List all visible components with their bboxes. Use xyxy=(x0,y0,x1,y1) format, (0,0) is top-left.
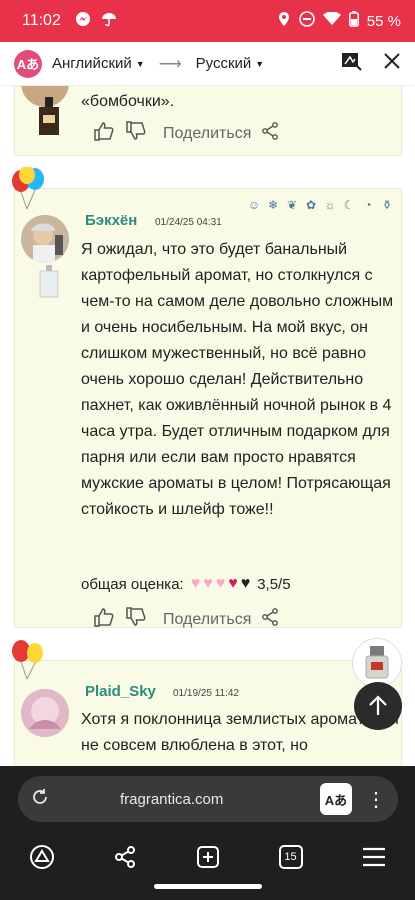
share-icon xyxy=(114,846,135,868)
review-text: Я ожидал, что это будет банальный картоф… xyxy=(81,241,394,518)
target-language-label: Русский xyxy=(195,55,252,72)
tab-count: 15 xyxy=(278,845,303,869)
reload-icon[interactable] xyxy=(30,787,50,812)
moon-icon: ☾ xyxy=(343,198,355,212)
review-date: 01/24/25 04:31 xyxy=(155,217,222,228)
share-label[interactable]: Поделиться xyxy=(163,611,251,629)
plus-square-icon xyxy=(196,846,219,868)
review-actions: Поделиться xyxy=(93,607,279,632)
review-card: Plaid_Sky 01/19/25 11:42 Хотя я поклонни… xyxy=(12,640,402,766)
arrow-right-icon: ⟶ xyxy=(158,55,182,73)
share-icon[interactable] xyxy=(261,608,279,631)
heart-icon: ♥ xyxy=(203,575,213,592)
perfume-bottle-button[interactable] xyxy=(352,638,402,688)
browser-toolbar: fragrantica.com Aあ ⋮ xyxy=(0,766,415,832)
hamburger-icon xyxy=(362,847,385,867)
thumbs-down-icon[interactable] xyxy=(125,121,147,146)
username[interactable]: Plaid_Sky xyxy=(85,683,156,700)
browser-nav-bar: 15 xyxy=(0,832,415,900)
season-icons: ☺ ❄ ❦ ✿ ☼ ☾ ◔ ⚱ xyxy=(246,197,395,213)
review-card: Бэкхён 01/24/25 04:31 ☺ ❄ ❦ ✿ ☼ ☾ ◔ ⚱ Я … xyxy=(12,166,402,628)
arrow-up-icon xyxy=(369,695,387,715)
sun-icon: ☼ xyxy=(324,198,336,212)
target-language-dropdown[interactable]: Русский ▼ xyxy=(196,55,265,72)
translate-logo-icon: Aあ xyxy=(14,49,42,78)
avatar xyxy=(21,689,69,737)
share-icon[interactable] xyxy=(261,122,279,145)
balloons-icon xyxy=(7,637,51,686)
username[interactable]: Бэкхён xyxy=(85,212,137,229)
close-icon[interactable] xyxy=(383,52,401,75)
leaf-icon: ❦ xyxy=(286,198,298,212)
messenger-icon xyxy=(75,11,91,32)
review-text: Хотя я поклонница землистых ароматов, я … xyxy=(81,711,399,754)
status-time: 11:02 xyxy=(22,12,61,29)
battery-percent: 55 % xyxy=(366,12,401,30)
home-button[interactable] xyxy=(22,837,62,877)
black-heart-icon: ♥ xyxy=(240,575,251,592)
thumbs-down-icon[interactable] xyxy=(125,607,147,632)
scroll-to-top-button[interactable] xyxy=(354,682,402,730)
translate-bar: Aあ Английский ▼ ⟶ Русский ▼ xyxy=(0,42,415,86)
snowflake-icon: ❄ xyxy=(267,198,279,212)
caret-down-icon: ▼ xyxy=(135,58,145,69)
home-triangle-icon xyxy=(29,845,54,869)
source-language-label: Английский xyxy=(52,55,132,72)
perfume-thumbnail xyxy=(37,265,61,305)
rating-label: общая оценка: xyxy=(81,575,184,593)
share-button[interactable] xyxy=(105,837,145,877)
overall-rating: общая оценка: ♥ ♥ ♥ ♥ ♥ 3,5/5 xyxy=(81,575,291,593)
home-indicator[interactable] xyxy=(154,884,262,889)
perfume-thumbnail xyxy=(37,97,61,137)
clock-icon: ◔ xyxy=(364,198,372,212)
new-tab-button[interactable] xyxy=(188,837,228,877)
dnd-icon xyxy=(298,11,315,31)
balloons-icon xyxy=(7,166,51,216)
maple-leaf-icon: ✿ xyxy=(305,198,317,212)
status-bar: 11:02 55 % xyxy=(0,0,415,42)
bottle-icon: ⚱ xyxy=(381,198,393,212)
menu-button[interactable] xyxy=(354,837,394,877)
share-label[interactable]: Поделиться xyxy=(163,125,251,143)
avatar xyxy=(21,215,69,263)
location-icon xyxy=(277,11,291,31)
review-text: его проявлении, но не благовония и не «б… xyxy=(81,93,175,110)
heart-icon: ♥ xyxy=(215,575,226,592)
umbrella-icon xyxy=(101,11,117,32)
translate-settings-button[interactable] xyxy=(341,50,363,77)
thumbs-up-icon[interactable] xyxy=(93,121,115,146)
translate-page-button[interactable]: Aあ xyxy=(320,783,352,815)
broken-heart-icon: ♥ xyxy=(228,575,238,592)
battery-icon xyxy=(348,11,359,31)
review-date: 01/19/25 11:42 xyxy=(173,688,239,699)
address-bar[interactable]: fragrantica.com Aあ ⋮ xyxy=(18,776,398,822)
rating-value: 3,5/5 xyxy=(257,575,291,593)
url-text[interactable]: fragrantica.com xyxy=(120,791,223,808)
wifi-icon xyxy=(322,11,341,30)
review-actions: Поделиться xyxy=(93,121,279,146)
tabs-button[interactable]: 15 xyxy=(271,837,311,877)
source-language-dropdown[interactable]: Английский ▼ xyxy=(52,55,145,72)
more-options-icon[interactable]: ⋮ xyxy=(366,787,386,812)
thumbs-up-icon[interactable] xyxy=(93,607,115,632)
heart-icon: ♥ xyxy=(190,575,201,592)
caret-down-icon: ▼ xyxy=(255,58,265,69)
smile-icon: ☺ xyxy=(247,198,261,212)
review-card: его проявлении, но не благовония и не «б… xyxy=(14,86,402,156)
